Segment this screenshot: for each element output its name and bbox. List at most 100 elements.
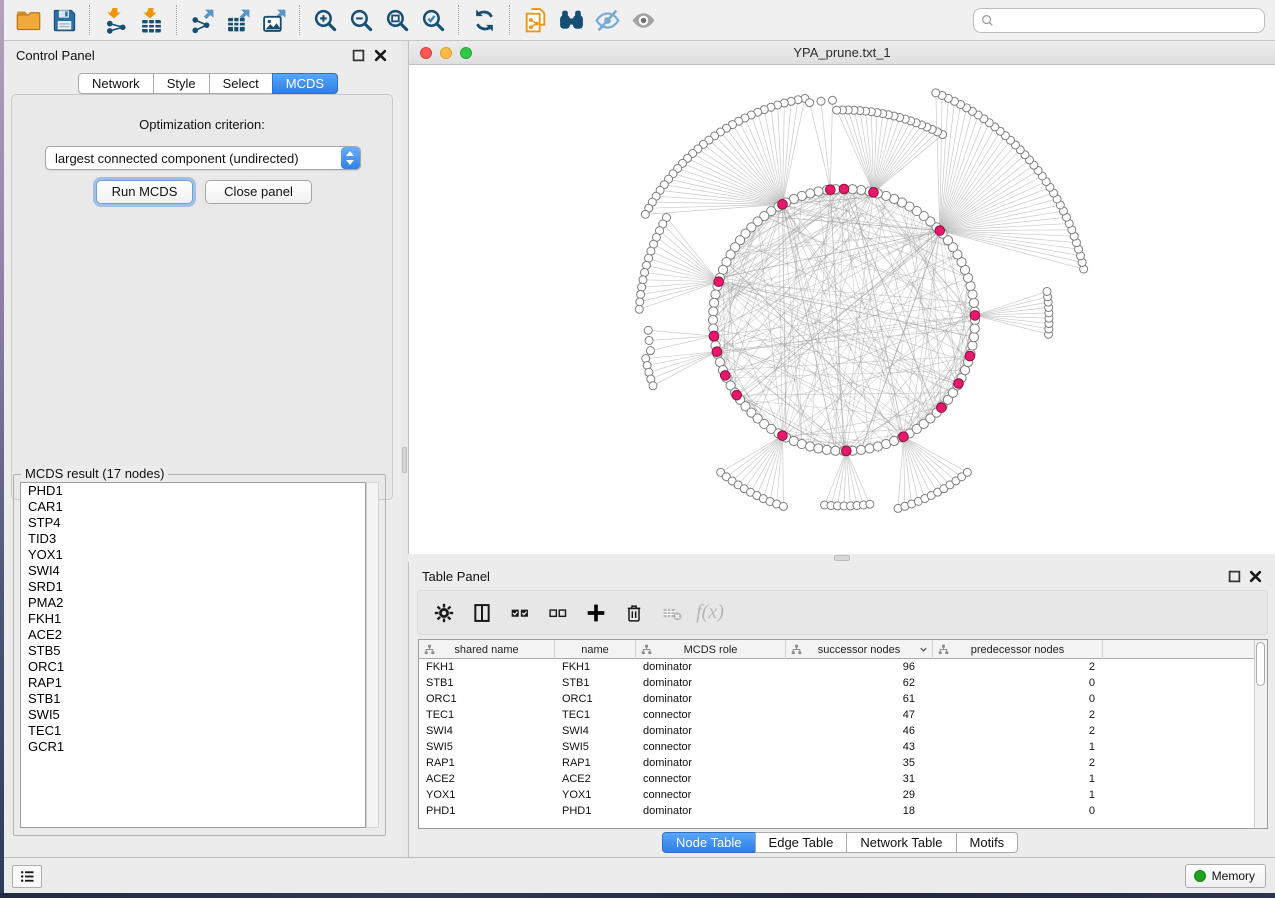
graph-node[interactable] xyxy=(865,444,874,453)
table-cell[interactable]: FKH1 xyxy=(419,659,555,675)
table-cell[interactable]: connector xyxy=(636,739,786,755)
table-cell[interactable]: 0 xyxy=(933,803,1103,819)
table-cell[interactable]: 29 xyxy=(786,787,933,803)
horizontal-splitter[interactable] xyxy=(408,554,1275,562)
table-cell[interactable]: TEC1 xyxy=(555,707,636,723)
graph-node[interactable] xyxy=(822,445,831,454)
graph-leaf-node[interactable] xyxy=(641,269,649,277)
graph-mcds-node[interactable] xyxy=(954,379,964,389)
tab-node-table[interactable]: Node Table xyxy=(662,832,756,853)
mcds-result-item[interactable]: SWI5 xyxy=(21,707,365,723)
graph-mcds-node[interactable] xyxy=(965,351,975,361)
graph-node[interactable] xyxy=(856,186,865,195)
graph-mcds-node[interactable] xyxy=(970,311,980,321)
graph-mcds-node[interactable] xyxy=(732,390,742,400)
mcds-result-item[interactable]: GCR1 xyxy=(21,739,365,755)
graph-node[interactable] xyxy=(969,332,978,341)
hide-selected-button[interactable] xyxy=(589,3,625,37)
export-table-button[interactable] xyxy=(220,3,256,37)
graph-leaf-node[interactable] xyxy=(644,326,652,334)
graph-mcds-node[interactable] xyxy=(709,331,719,341)
close-icon[interactable] xyxy=(1249,570,1262,583)
graph-mcds-node[interactable] xyxy=(935,226,945,236)
mcds-result-item[interactable]: SWI4 xyxy=(21,563,365,579)
table-cell[interactable]: 47 xyxy=(786,707,933,723)
mcds-result-item[interactable]: YOX1 xyxy=(21,547,365,563)
table-row[interactable]: SWI5SWI5connector431 xyxy=(419,739,1267,755)
graph-leaf-node[interactable] xyxy=(817,97,825,105)
table-cell[interactable]: 0 xyxy=(933,675,1103,691)
table-row[interactable]: TEC1TEC1connector472 xyxy=(419,707,1267,723)
export-network-button[interactable] xyxy=(184,3,220,37)
table-cell[interactable]: SWI5 xyxy=(555,739,636,755)
table-cell[interactable]: STB1 xyxy=(419,675,555,691)
table-row[interactable]: STB1STB1dominator620 xyxy=(419,675,1267,691)
table-cell[interactable]: 62 xyxy=(786,675,933,691)
graph-leaf-node[interactable] xyxy=(833,106,841,114)
select-all-button[interactable] xyxy=(508,601,532,625)
vertical-splitter[interactable] xyxy=(401,41,408,857)
mcds-result-item[interactable]: SRD1 xyxy=(21,579,365,595)
tab-select[interactable]: Select xyxy=(209,73,273,94)
graph-leaf-node[interactable] xyxy=(828,96,836,104)
graph-node[interactable] xyxy=(968,341,977,350)
tab-network[interactable]: Network xyxy=(78,73,154,94)
import-network-button[interactable] xyxy=(97,3,133,37)
table-cell[interactable]: 18 xyxy=(786,803,933,819)
settings-button[interactable] xyxy=(432,601,456,625)
network-canvas[interactable] xyxy=(409,65,1275,554)
mcds-result-item[interactable]: STB5 xyxy=(21,643,365,659)
search-input[interactable] xyxy=(994,11,1264,31)
graph-node[interactable] xyxy=(848,185,857,194)
graph-mcds-node[interactable] xyxy=(869,188,879,198)
table-cell[interactable]: ORC1 xyxy=(419,691,555,707)
graph-mcds-node[interactable] xyxy=(937,403,947,413)
table-row[interactable]: FKH1FKH1dominator962 xyxy=(419,659,1267,675)
graph-node[interactable] xyxy=(710,298,719,307)
table-row[interactable]: PHD1PHD1dominator180 xyxy=(419,803,1267,819)
scrollbar-thumb[interactable] xyxy=(1256,642,1265,686)
first-neighbors-button[interactable] xyxy=(553,3,589,37)
graph-leaf-node[interactable] xyxy=(641,210,649,218)
graph-mcds-node[interactable] xyxy=(826,185,836,195)
open-file-button[interactable] xyxy=(10,3,46,37)
mcds-result-item[interactable]: ACE2 xyxy=(21,627,365,643)
graph-node[interactable] xyxy=(856,445,865,454)
tab-edge-table[interactable]: Edge Table xyxy=(755,832,848,853)
graph-leaf-node[interactable] xyxy=(636,298,644,306)
table-cell[interactable]: connector xyxy=(636,707,786,723)
graph-leaf-node[interactable] xyxy=(638,283,646,291)
graph-node[interactable] xyxy=(970,324,979,333)
graph-mcds-node[interactable] xyxy=(841,446,851,456)
criterion-dropdown[interactable]: largest connected component (undirected) xyxy=(45,146,361,170)
table-cell[interactable]: connector xyxy=(636,787,786,803)
table-cell[interactable]: 1 xyxy=(933,787,1103,803)
graph-mcds-node[interactable] xyxy=(839,184,849,194)
table-cell[interactable]: RAP1 xyxy=(419,755,555,771)
network-graph[interactable] xyxy=(409,65,1275,554)
table-row[interactable]: SWI4SWI4dominator462 xyxy=(419,723,1267,739)
table-cell[interactable]: dominator xyxy=(636,675,786,691)
graph-leaf-node[interactable] xyxy=(639,276,647,284)
table-cell[interactable]: 61 xyxy=(786,691,933,707)
graph-leaf-node[interactable] xyxy=(806,99,814,107)
table-cell[interactable]: YOX1 xyxy=(419,787,555,803)
table-cell[interactable]: ORC1 xyxy=(555,691,636,707)
table-cell[interactable]: dominator xyxy=(636,691,786,707)
graph-node[interactable] xyxy=(805,442,814,451)
graph-mcds-node[interactable] xyxy=(720,371,730,381)
float-icon[interactable] xyxy=(352,49,365,62)
zoom-fit-button[interactable] xyxy=(379,3,415,37)
mcds-result-item[interactable]: PHD1 xyxy=(21,483,365,499)
graph-node[interactable] xyxy=(814,444,823,453)
mcds-result-item[interactable]: TEC1 xyxy=(21,723,365,739)
table-cell[interactable]: 2 xyxy=(933,723,1103,739)
import-table-button[interactable] xyxy=(133,3,169,37)
mcds-result-item[interactable]: ORC1 xyxy=(21,659,365,675)
tab-motifs[interactable]: Motifs xyxy=(956,832,1019,853)
network-from-selection-button[interactable] xyxy=(517,3,553,37)
table-cell[interactable]: 1 xyxy=(933,771,1103,787)
zoom-out-button[interactable] xyxy=(343,3,379,37)
float-icon[interactable] xyxy=(1228,570,1241,583)
table-cell[interactable]: FKH1 xyxy=(555,659,636,675)
